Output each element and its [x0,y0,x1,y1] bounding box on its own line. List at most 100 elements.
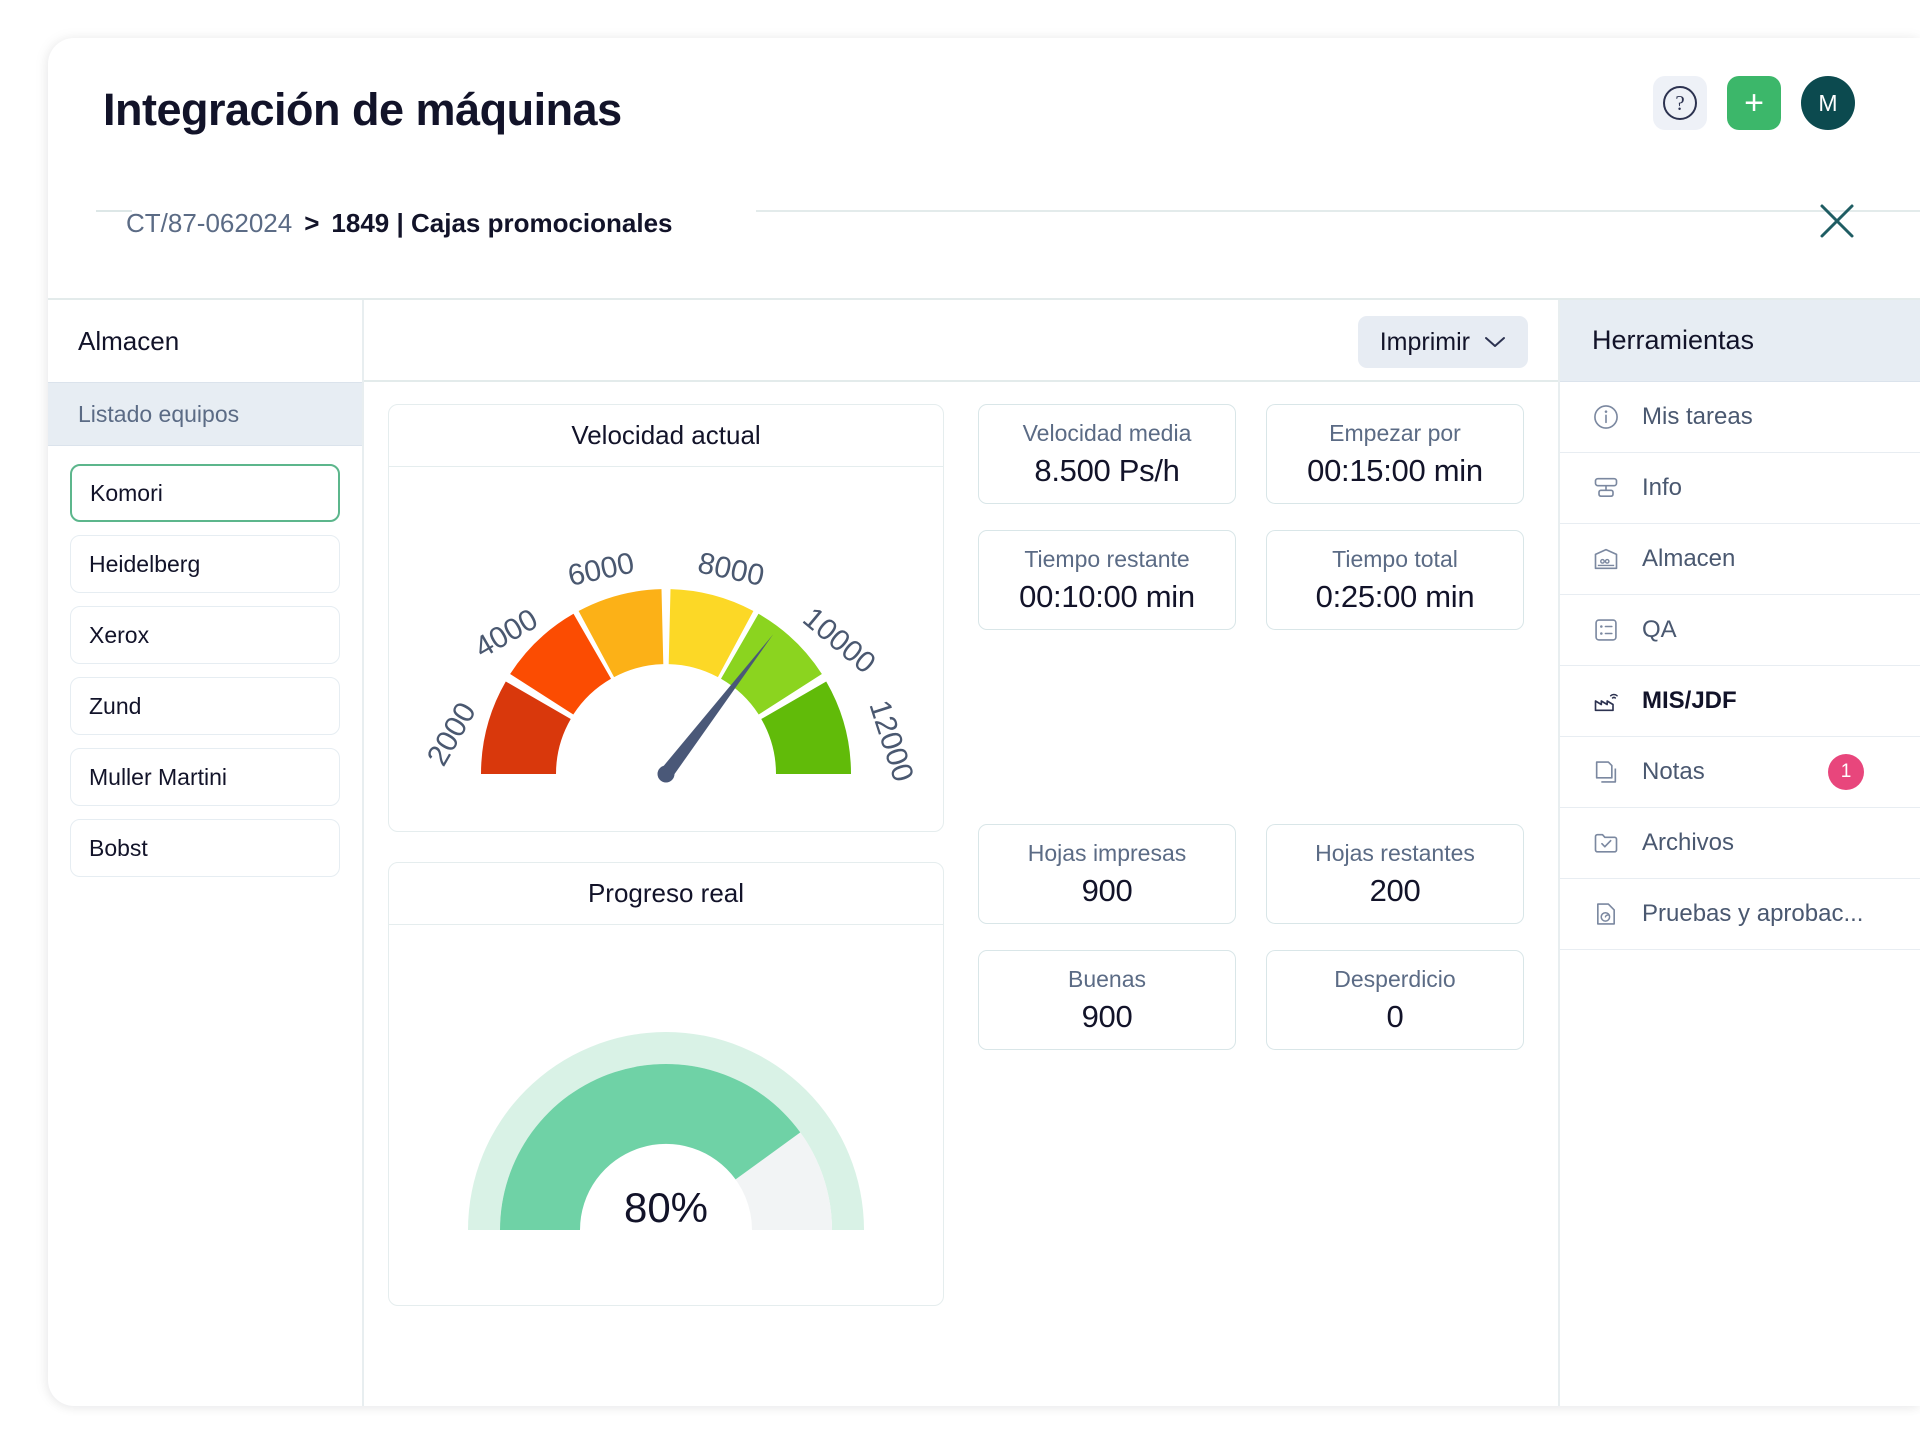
print-button[interactable]: Imprimir [1357,316,1528,368]
info-circle-icon [1594,405,1618,429]
breadcrumb-separator: > [304,208,320,238]
speed-gauge-card: Velocidad actual 2000 4000 6000 8000 100… [388,404,944,832]
gauge-tick-8000: 8000 [695,547,767,593]
stat-label: Tiempo restante [1024,545,1190,572]
stat-label: Buenas [1067,965,1146,992]
tools-panel-title: Herramientas [1560,300,1920,382]
server-icon [1594,477,1618,497]
main-body: Almacen Listado equipos Komori Heidelber… [48,298,1920,1406]
app-header: Integración de máquinas ? + M [48,38,1920,172]
stat-label: Tiempo total [1332,545,1458,572]
checklist-icon [1595,619,1617,641]
stat-card-hojas-impresas: Hojas impresas 900 [978,824,1236,924]
tool-item-label: Almacen [1642,545,1736,572]
chevron-down-icon [1485,337,1505,347]
stat-value: 900 [1081,872,1133,908]
stat-label: Desperdicio [1334,965,1456,992]
stat-card-hojas-restantes: Hojas restantes 200 [1266,824,1524,924]
tool-item-label: MIS/JDF [1642,687,1737,714]
tool-item-label: Archivos [1642,829,1735,856]
folder-check-icon [1594,833,1618,853]
progress-percent-label: 80% [624,1184,708,1231]
machine-item-muller-martini[interactable]: Muller Martini [70,748,340,806]
tool-item-label: Pruebas y aprobac... [1642,900,1864,927]
stats-spacer [978,630,1534,824]
stat-card-desperdicio: Desperdicio 0 [1266,950,1524,1050]
stat-value: 0 [1386,998,1404,1034]
equipment-list: Komori Heidelberg Xerox Zund Muller Mart… [48,446,362,890]
stat-value: 00:10:00 min [1019,578,1195,614]
progress-gauge-chart: 80% [468,1032,864,1231]
tools-sidebar: Herramientas Mis tareas Info Almacen QA … [1560,300,1920,1406]
notes-icon [1595,761,1617,783]
machine-item-bobst[interactable]: Bobst [70,819,340,877]
stat-card-empezar-por: Empezar por 00:15:00 min [1266,404,1524,504]
close-icon [1820,204,1854,238]
progress-gauge-title: Progreso real [389,863,943,925]
question-circle-icon: ? [1663,86,1697,120]
stats-grid-top: Velocidad media 8.500 Ps/h Empezar por 0… [978,404,1534,630]
speed-gauge-title: Velocidad actual [389,405,943,467]
tool-item-almacen[interactable]: Almacen [1560,524,1920,595]
gauge-needle-hub [657,765,675,783]
progress-gauge-body: 80% [389,925,943,1305]
dashboard-panel: Imprimir Velocidad actual 2000 4000 6000… [364,300,1560,1406]
factory-wifi-icon [1594,693,1618,712]
tool-item-mis-tareas[interactable]: Mis tareas [1560,382,1920,453]
equipment-list-header: Listado equipos [48,382,362,446]
stat-label: Hojas impresas [1027,839,1187,866]
stats-column: Velocidad media 8.500 Ps/h Empezar por 0… [978,404,1534,1384]
tool-item-mis-jdf[interactable]: MIS/JDF [1560,666,1920,737]
page-title: Integración de máquinas [103,84,622,135]
dashboard-toolbar: Imprimir [364,300,1558,382]
stat-card-tiempo-restante: Tiempo restante 00:10:00 min [978,530,1236,630]
machine-label: Heidelberg [89,550,201,577]
tool-item-qa[interactable]: QA [1560,595,1920,666]
machine-item-heidelberg[interactable]: Heidelberg [70,535,340,593]
help-button[interactable]: ? [1653,76,1707,130]
machine-item-xerox[interactable]: Xerox [70,606,340,664]
tool-item-archivos[interactable]: Archivos [1560,808,1920,879]
stat-value: 8.500 Ps/h [1034,452,1180,488]
tool-item-label: QA [1642,616,1677,643]
tool-item-label: Info [1642,474,1683,501]
tool-item-info[interactable]: Info [1560,453,1920,524]
charts-column: Velocidad actual 2000 4000 6000 8000 100… [388,404,944,1384]
tool-item-pruebas-aprobaciones[interactable]: Pruebas y aprobac... [1560,879,1920,950]
breadcrumb-root[interactable]: CT/87-062024 [126,208,292,239]
machine-item-zund[interactable]: Zund [70,677,340,735]
stat-value: 00:15:00 min [1307,452,1483,488]
gauge-tick-12000: 12000 [862,696,919,786]
breadcrumb-current: 1849 | Cajas promocionales [331,208,673,238]
speed-gauge-chart: 2000 4000 6000 8000 10000 12000 [421,547,920,786]
avatar[interactable]: M [1801,76,1855,130]
stat-card-velocidad-media: Velocidad media 8.500 Ps/h [978,404,1236,504]
progress-gauge-card: Progreso real 80% [388,862,944,1306]
tool-item-notas[interactable]: Notas 1 [1560,737,1920,808]
print-button-label: Imprimir [1379,327,1470,356]
speed-gauge-body: 2000 4000 6000 8000 10000 12000 [389,467,943,831]
stat-label: Empezar por [1329,419,1461,446]
stat-value: 0:25:00 min [1315,578,1475,614]
dashboard-content: Velocidad actual 2000 4000 6000 8000 100… [364,382,1558,1406]
stat-value: 200 [1369,872,1421,908]
gauge-tick-6000: 6000 [565,547,637,593]
app-window: Integración de máquinas ? + M CT/87-0620… [48,38,1920,1406]
stats-grid-bottom: Hojas impresas 900 Hojas restantes 200 B… [978,824,1534,1050]
tool-item-label: Mis tareas [1642,403,1753,430]
tool-item-label: Notas [1642,758,1705,785]
stat-label: Velocidad media [1022,419,1192,446]
proof-icon [1597,903,1615,925]
equipment-sidebar: Almacen Listado equipos Komori Heidelber… [48,300,364,1406]
notas-badge: 1 [1828,754,1864,790]
add-button[interactable]: + [1727,76,1781,130]
left-panel-title: Almacen [78,325,180,356]
stat-card-buenas: Buenas 900 [978,950,1236,1050]
machine-label: Muller Martini [89,763,228,790]
plus-icon: + [1744,84,1764,122]
close-button[interactable] [1816,200,1858,242]
stat-card-tiempo-total: Tiempo total 0:25:00 min [1266,530,1524,630]
stat-label: Hojas restantes [1315,839,1475,866]
machine-item-komori[interactable]: Komori [70,464,340,522]
machine-label: Bobst [89,834,148,861]
